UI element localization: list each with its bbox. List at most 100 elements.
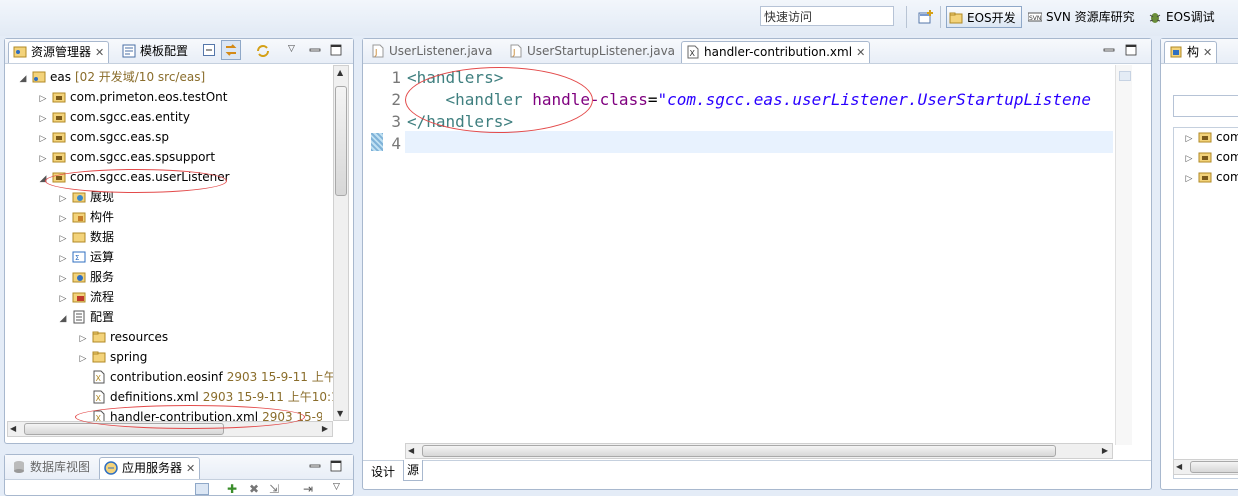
change-marker <box>371 133 383 151</box>
package-icon <box>52 132 66 142</box>
outline-item[interactable]: ▷ com <box>1183 167 1238 187</box>
tree-item[interactable]: ◢ 配置 <box>57 307 114 327</box>
scroll-right-icon[interactable]: ▶ <box>322 424 328 433</box>
tab-template-config[interactable]: 模板配置 <box>118 41 192 62</box>
outline-panel: 构 ✕ ▷ com ▷ com ▷ com ◀ <box>1160 38 1238 490</box>
tab-userstartuplistener-java[interactable]: J UserStartupListener.java <box>505 41 679 62</box>
minimize-icon[interactable] <box>309 44 321 59</box>
vertical-scrollbar[interactable]: ▲ ▼ <box>333 65 349 421</box>
tree-item[interactable]: ▷ com.sgcc.eas.spsupport <box>37 147 216 169</box>
svg-text:X: X <box>690 49 696 58</box>
tree-item-label: com.primeton.eos.testOnt <box>70 90 228 104</box>
tab-app-server[interactable]: 应用服务器 ✕ <box>99 457 201 479</box>
tab-database-view[interactable]: 数据库视图 <box>8 457 94 478</box>
xml-file-icon: X <box>687 45 699 58</box>
maximize-icon[interactable] <box>330 460 342 475</box>
scroll-left-icon[interactable]: ◀ <box>408 446 414 455</box>
annotation-oval <box>75 405 305 429</box>
scroll-up-icon[interactable]: ▲ <box>337 68 343 77</box>
maximize-icon[interactable] <box>1125 44 1137 59</box>
tab-design[interactable]: 设计 <box>371 463 395 480</box>
expand-icon[interactable]: ▷ <box>1183 129 1195 149</box>
scroll-down-icon[interactable]: ▼ <box>337 409 343 418</box>
expand-icon[interactable]: ▷ <box>77 329 89 349</box>
expand-icon[interactable]: ▷ <box>1183 149 1195 169</box>
expand-icon[interactable]: ▷ <box>57 209 69 229</box>
perspective-eos-dev[interactable]: EOS开发 <box>946 6 1022 28</box>
scroll-right-icon[interactable]: ▶ <box>1102 446 1108 455</box>
scroll-left-icon[interactable]: ◀ <box>10 424 16 433</box>
collapse-icon[interactable]: ◢ <box>57 309 69 329</box>
close-icon[interactable]: ✕ <box>186 462 195 475</box>
link-with-editor-icon[interactable] <box>221 40 241 60</box>
tree-item[interactable]: ▷ 流程 <box>57 287 114 307</box>
tab-userlistener-java[interactable]: J UserListener.java <box>367 41 497 62</box>
tree-item[interactable]: ▷ spring <box>77 347 148 369</box>
toolbar-separator <box>906 6 907 28</box>
view-menu-icon[interactable]: ▽ <box>288 44 295 54</box>
expand-icon[interactable]: ▷ <box>37 89 49 109</box>
expand-icon[interactable]: ▷ <box>37 129 49 149</box>
perspective-svn[interactable]: SVN SVN 资源库研究 <box>1026 6 1135 28</box>
collapse-icon[interactable]: ◢ <box>17 69 29 89</box>
svg-text:SVN: SVN <box>1029 15 1041 22</box>
outline-item[interactable]: ▷ com <box>1183 127 1238 147</box>
tree-item[interactable]: ▷ 服务 <box>57 267 114 287</box>
tree-item-label: com.sgcc.eas.sp <box>70 130 169 144</box>
tree-item[interactable]: ▷ 构件 <box>57 207 114 227</box>
tab-label: 应用服务器 <box>122 461 183 475</box>
expand-icon[interactable]: ▷ <box>57 269 69 289</box>
tab-structure[interactable]: 构 ✕ <box>1164 41 1218 63</box>
tree-item[interactable]: Xcontribution.eosinf 2903 15-9-11 上午 <box>77 367 337 387</box>
expand-icon[interactable]: ▷ <box>57 189 69 209</box>
outline-filter-input[interactable] <box>1173 95 1238 117</box>
tree-item-label: eas <box>50 70 71 84</box>
scrollbar-thumb[interactable] <box>335 86 347 196</box>
outline-horizontal-scrollbar[interactable]: ◀ <box>1173 459 1238 475</box>
sync-icon[interactable] <box>255 43 271 59</box>
tab-resource-explorer[interactable]: 资源管理器 ✕ <box>8 41 110 63</box>
scroll-left-icon[interactable]: ◀ <box>1176 462 1182 471</box>
tree-item[interactable]: Xdefinitions.xml 2903 15-9-11 上午10:1 <box>77 387 337 407</box>
tree-item[interactable]: ◢ eas [02 开发域/10 src/eas] <box>17 67 206 89</box>
view-menu-icon[interactable]: ▽ <box>333 482 340 492</box>
tree-item[interactable]: ▷ 数据 <box>57 227 114 247</box>
perspective-label: EOS开发 <box>967 11 1016 25</box>
open-perspective-icon[interactable] <box>918 9 934 25</box>
expand-icon[interactable]: ▷ <box>1183 169 1195 189</box>
perspective-label: EOS调试 <box>1166 10 1215 24</box>
outline-item[interactable]: ▷ com <box>1183 147 1238 167</box>
java-file-icon: J <box>372 44 384 57</box>
scrollbar-thumb[interactable] <box>1190 461 1238 473</box>
tree-item[interactable]: ▷ Σ 运算 <box>57 247 114 267</box>
editor-horizontal-scrollbar[interactable]: ◀ ▶ <box>405 443 1113 459</box>
expand-icon[interactable]: ▷ <box>57 229 69 249</box>
expand-icon[interactable]: ▷ <box>57 249 69 269</box>
collapse-all-icon[interactable] <box>203 44 215 56</box>
close-icon[interactable]: ✕ <box>95 46 104 59</box>
expand-icon[interactable]: ▷ <box>77 349 89 369</box>
expand-icon[interactable]: ▷ <box>37 149 49 169</box>
project-icon <box>32 71 46 82</box>
tree-item[interactable]: ▷ com.primeton.eos.testOnt <box>37 87 228 109</box>
folder-icon <box>92 331 106 342</box>
tree-item-meta: [02 开发域/10 src/eas] <box>75 70 206 84</box>
folder-service-icon <box>72 272 86 282</box>
tab-handler-contribution-xml[interactable]: Xhandler-contribution.xml ✕ <box>681 41 871 63</box>
scrollbar-thumb[interactable] <box>422 445 1056 457</box>
new-server-icon[interactable] <box>195 483 209 495</box>
tab-source[interactable]: 源 <box>403 460 424 481</box>
tree-item[interactable]: ▷ com.sgcc.eas.entity <box>37 107 190 127</box>
quick-access-input[interactable]: 快速访问 <box>760 6 894 26</box>
maximize-icon[interactable] <box>330 44 342 59</box>
minimize-icon[interactable] <box>1103 44 1115 59</box>
tab-label: 资源管理器 <box>31 45 92 59</box>
perspective-eos-debug[interactable]: EOS调试 <box>1146 6 1215 28</box>
close-icon[interactable]: ✕ <box>856 46 865 59</box>
expand-icon[interactable]: ▷ <box>37 109 49 129</box>
minimize-icon[interactable] <box>309 460 321 475</box>
tree-item[interactable]: ▷ com.sgcc.eas.sp <box>37 127 169 147</box>
tree-item[interactable]: ▷ resources <box>77 327 169 349</box>
expand-icon[interactable]: ▷ <box>57 289 69 309</box>
close-icon[interactable]: ✕ <box>1203 46 1212 59</box>
